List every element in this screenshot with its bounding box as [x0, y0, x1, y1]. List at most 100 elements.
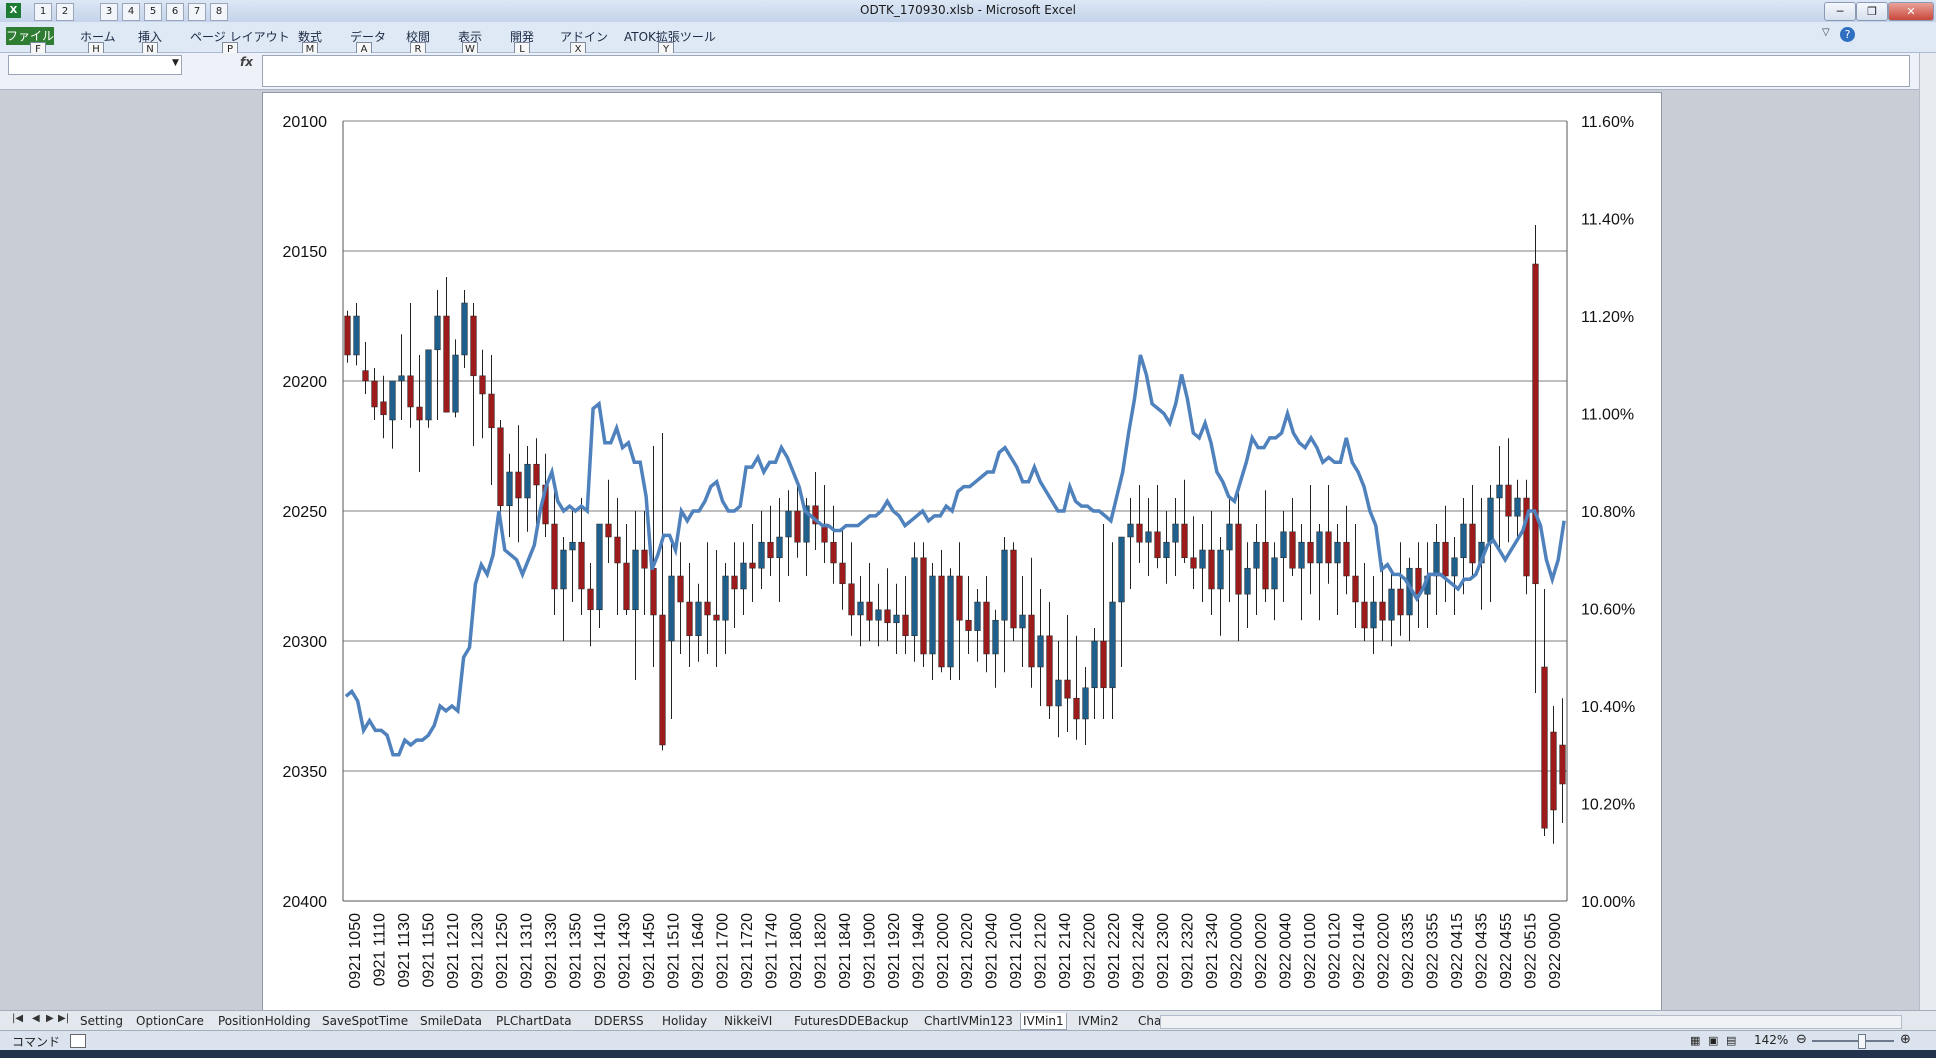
- sheet-tab-dderss[interactable]: DDERSS: [592, 1013, 646, 1029]
- insert-function-icon[interactable]: fx: [240, 55, 253, 69]
- close-button[interactable]: ✕: [1888, 2, 1934, 21]
- zoom-in-icon[interactable]: ⊕: [1900, 1032, 1911, 1047]
- x-tick-label: 0921 1050: [347, 913, 364, 989]
- y-right-tick-label: 11.60%: [1581, 114, 1634, 131]
- chart-object[interactable]: 20100 20150 20200 20250 20300 20350 20400 11.60…: [262, 92, 1662, 1011]
- candle-body: [1541, 666, 1548, 829]
- candle-body: [524, 463, 531, 499]
- candle-body: [902, 614, 909, 637]
- zoom-level[interactable]: 142%: [1754, 1033, 1788, 1047]
- candle: [1451, 537, 1458, 615]
- x-tick-label: 0921 1310: [519, 913, 536, 989]
- candle: [1388, 568, 1395, 647]
- name-box-dropdown-icon[interactable]: ▼: [172, 58, 179, 68]
- candle-body: [1433, 541, 1440, 577]
- candle-body: [1397, 588, 1404, 616]
- candle: [956, 542, 963, 680]
- zoom-slider-thumb[interactable]: [1858, 1034, 1866, 1049]
- candle: [461, 290, 468, 368]
- last-sheet-icon[interactable]: ▶|: [58, 1013, 69, 1024]
- x-tick-label: 0922 0140: [1351, 913, 1368, 989]
- macro-record-icon[interactable]: [70, 1034, 86, 1048]
- candle: [569, 511, 576, 602]
- sheet-tab-setting[interactable]: Setting: [78, 1013, 125, 1029]
- candle-body: [1181, 523, 1188, 559]
- candle-body: [470, 315, 477, 377]
- candle: [974, 589, 981, 662]
- candle: [1118, 536, 1125, 667]
- candle-body: [920, 557, 927, 655]
- candle: [1127, 498, 1134, 589]
- sheet-tab-chartivmin123[interactable]: ChartIVMin123: [922, 1013, 1015, 1029]
- candle: [866, 563, 873, 641]
- candle-body: [884, 609, 891, 624]
- sheet-tab-nikkeivi[interactable]: NikkeiVI: [722, 1013, 774, 1029]
- sheet-tab-savespottime[interactable]: SaveSpotTime: [320, 1013, 410, 1029]
- candle-body: [722, 575, 729, 621]
- candle-body: [1136, 523, 1143, 543]
- candle-body: [623, 562, 630, 611]
- vertical-scrollbar[interactable]: [1919, 53, 1936, 1010]
- candle: [686, 563, 693, 667]
- candle-body: [578, 541, 585, 590]
- candle-body: [1505, 484, 1512, 517]
- candle-body: [740, 562, 747, 590]
- sheet-tab-plchartdata[interactable]: PLChartData: [494, 1013, 574, 1029]
- candle-body: [1307, 541, 1314, 564]
- candle: [488, 355, 495, 485]
- help-icon[interactable]: ?: [1840, 27, 1855, 42]
- x-tick-label: 0921 1430: [617, 913, 634, 989]
- horizontal-scrollbar[interactable]: [1160, 1015, 1902, 1029]
- page-break-view-icon[interactable]: ▤: [1726, 1034, 1736, 1047]
- zoom-out-icon[interactable]: ⊖: [1796, 1032, 1807, 1047]
- zoom-slider-track[interactable]: [1812, 1040, 1894, 1042]
- ribbon-minimize-icon[interactable]: ▽: [1822, 27, 1830, 38]
- formula-input[interactable]: [262, 55, 1910, 87]
- candle-body: [371, 380, 378, 408]
- sheet-tab-ivmin1[interactable]: IVMin1: [1020, 1013, 1067, 1030]
- candle-body: [776, 536, 783, 559]
- candle: [1550, 706, 1557, 844]
- normal-view-icon[interactable]: ▦: [1690, 1034, 1700, 1047]
- y-left-tick-label: 20400: [283, 894, 328, 911]
- prev-sheet-icon[interactable]: ◀: [32, 1013, 40, 1024]
- maximize-button[interactable]: ❐: [1856, 2, 1888, 21]
- candle-body: [1226, 523, 1233, 551]
- x-tick-label: 0921 2220: [1106, 913, 1123, 989]
- candle-body: [1244, 567, 1251, 595]
- sheet-tab-smiledata[interactable]: SmileData: [418, 1013, 484, 1029]
- x-tick-label: 0922 0355: [1424, 913, 1441, 989]
- next-sheet-icon[interactable]: ▶: [46, 1013, 54, 1024]
- candle-body: [1487, 497, 1494, 543]
- candle: [434, 290, 441, 420]
- candle-body: [947, 575, 954, 668]
- sheet-tab-positionholding[interactable]: PositionHolding: [216, 1013, 313, 1029]
- candle: [776, 498, 783, 602]
- candle: [992, 609, 999, 688]
- name-box[interactable]: [8, 55, 182, 75]
- candle: [731, 542, 738, 628]
- sheet-tab-futuresddebackup[interactable]: FuturesDDEBackup: [792, 1013, 911, 1029]
- y-right-tick-label: 11.00%: [1581, 407, 1634, 424]
- sheet-tab-holiday[interactable]: Holiday: [660, 1013, 709, 1029]
- candle-body: [1469, 523, 1476, 564]
- minimize-button[interactable]: ─: [1824, 2, 1856, 21]
- page-layout-view-icon[interactable]: ▣: [1708, 1034, 1718, 1047]
- candle-body: [533, 463, 540, 486]
- sheet-tab-optioncare[interactable]: OptionCare: [134, 1013, 206, 1029]
- candle-body: [1442, 541, 1449, 577]
- ribbon-tabs: ファイル F ホーム H 挿入 N ページ レイアウト P 数式 M データ A…: [0, 22, 1936, 57]
- x-tick-label: 0921 1110: [372, 913, 389, 986]
- x-tick-label: 0921 2000: [935, 913, 952, 989]
- x-tick-label: 0921 1230: [470, 913, 487, 989]
- first-sheet-icon[interactable]: |◀: [12, 1013, 23, 1024]
- sheet-tab-ivmin2[interactable]: IVMin2: [1076, 1013, 1121, 1029]
- x-tick-label: 0921 1800: [788, 913, 805, 989]
- candle-body: [398, 375, 405, 382]
- candle-body: [1262, 541, 1269, 590]
- candle: [740, 542, 747, 615]
- x-tick-label: 0921 2140: [1057, 913, 1074, 989]
- x-tick-label: 0921 1510: [665, 913, 682, 989]
- tab-page-layout[interactable]: ページ レイアウト: [190, 28, 290, 45]
- candle-body: [956, 575, 963, 621]
